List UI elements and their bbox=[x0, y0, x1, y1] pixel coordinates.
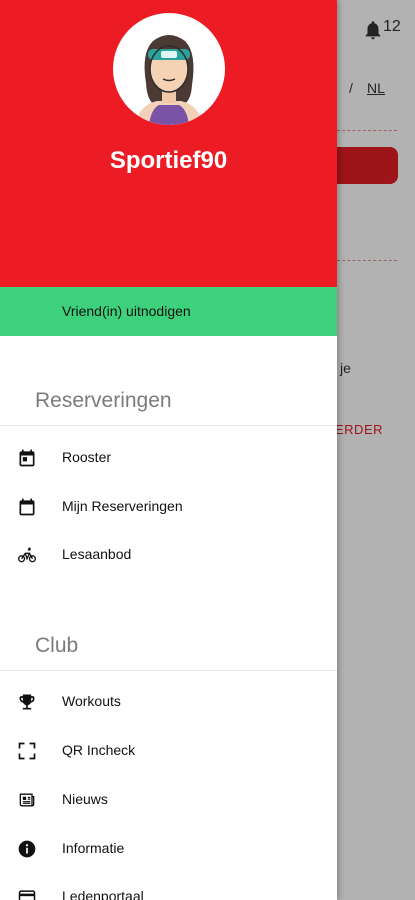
menu-item-lesaanbod[interactable]: Lesaanbod bbox=[0, 535, 337, 575]
trophy-icon bbox=[19, 694, 35, 710]
drawer-header: Sportief90 bbox=[0, 0, 337, 287]
invite-friend-button[interactable]: Vriend(in) uitnodigen bbox=[0, 287, 337, 336]
menu-item-informatie[interactable]: Informatie bbox=[0, 829, 337, 869]
qr-scan-icon bbox=[18, 742, 36, 760]
menu-item-ledenportaal[interactable]: Ledenportaal bbox=[0, 877, 337, 900]
section-title-club: Club bbox=[35, 634, 79, 657]
section-divider bbox=[0, 670, 337, 671]
menu-item-label: Nieuws bbox=[62, 791, 108, 807]
menu-item-label: Lesaanbod bbox=[62, 546, 132, 562]
menu-item-label: Ledenportaal bbox=[62, 888, 144, 900]
calendar-icon bbox=[19, 498, 35, 516]
avatar[interactable] bbox=[113, 13, 225, 125]
newspaper-icon bbox=[19, 793, 35, 807]
menu-item-label: QR Incheck bbox=[62, 742, 136, 758]
invite-friend-label: Vriend(in) uitnodigen bbox=[62, 303, 191, 319]
card-icon bbox=[18, 890, 36, 900]
menu-item-workouts[interactable]: Workouts bbox=[0, 682, 337, 722]
section-divider bbox=[0, 425, 337, 426]
navigation-drawer: Sportief90 Vriend(in) uitnodigen Reserve… bbox=[0, 0, 337, 900]
menu-item-label: Workouts bbox=[62, 693, 121, 709]
menu-item-qr-incheck[interactable]: QR Incheck bbox=[0, 731, 337, 771]
menu-item-label: Informatie bbox=[62, 840, 125, 856]
menu-item-mijn-reserveringen[interactable]: Mijn Reserveringen bbox=[0, 487, 337, 527]
avatar-illustration bbox=[135, 35, 203, 125]
info-icon bbox=[18, 840, 36, 858]
section-title-reserveringen: Reserveringen bbox=[35, 389, 172, 412]
menu-item-label: Mijn Reserveringen bbox=[62, 498, 183, 514]
menu-item-rooster[interactable]: Rooster bbox=[0, 438, 337, 478]
calendar-icon bbox=[19, 449, 35, 467]
username: Sportief90 bbox=[109, 147, 228, 174]
menu-item-label: Rooster bbox=[62, 449, 112, 465]
bicycle-icon bbox=[18, 547, 37, 563]
menu-item-nieuws[interactable]: Nieuws bbox=[0, 780, 337, 820]
